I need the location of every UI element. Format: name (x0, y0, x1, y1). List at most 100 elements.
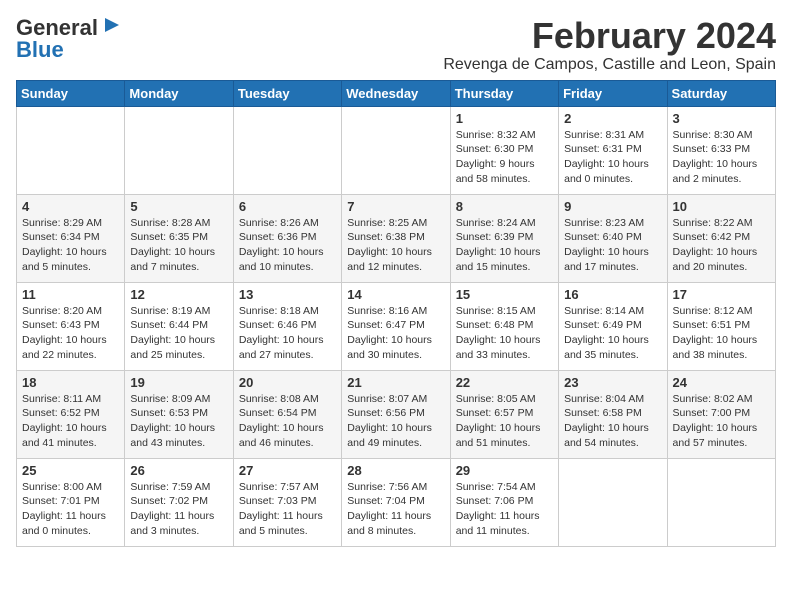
day-number: 24 (673, 375, 770, 390)
day-number: 13 (239, 287, 336, 302)
day-number: 8 (456, 199, 553, 214)
calendar-cell: 14Sunrise: 8:16 AMSunset: 6:47 PMDayligh… (342, 282, 450, 370)
calendar-header-row: SundayMondayTuesdayWednesdayThursdayFrid… (17, 80, 776, 106)
day-info: Sunrise: 8:19 AMSunset: 6:44 PMDaylight:… (130, 304, 227, 363)
calendar-cell: 4 Sunrise: 8:29 AMSunset: 6:34 PMDaylight… (17, 194, 125, 282)
day-number: 20 (239, 375, 336, 390)
day-number: 28 (347, 463, 444, 478)
day-info: Sunrise: 7:57 AMSunset: 7:03 PMDaylight:… (239, 480, 336, 539)
calendar-cell: 26 Sunrise: 7:59 AMSunset: 7:02 PMDayligh… (125, 458, 233, 546)
col-header-monday: Monday (125, 80, 233, 106)
logo-general: General (16, 17, 98, 39)
day-number: 21 (347, 375, 444, 390)
day-number: 19 (130, 375, 227, 390)
logo-blue: Blue (16, 37, 64, 62)
calendar-cell: 17 Sunrise: 8:12 AMSunset: 6:51 PMDayligh… (667, 282, 775, 370)
calendar-cell: 9 Sunrise: 8:23 AMSunset: 6:40 PMDaylight… (559, 194, 667, 282)
day-info: Sunrise: 8:00 AMSunset: 7:01 PMDaylight:… (22, 480, 119, 539)
day-number: 3 (673, 111, 770, 126)
day-info: Sunrise: 8:24 AMSunset: 6:39 PMDaylight:… (456, 216, 553, 275)
day-info: Sunrise: 8:28 AMSunset: 6:35 PMDaylight:… (130, 216, 227, 275)
col-header-sunday: Sunday (17, 80, 125, 106)
day-number: 4 (22, 199, 119, 214)
day-info: Sunrise: 8:26 AMSunset: 6:36 PMDaylight:… (239, 216, 336, 275)
calendar-cell: 22Sunrise: 8:05 AMSunset: 6:57 PMDayligh… (450, 370, 558, 458)
logo-triangle-icon (101, 16, 119, 34)
col-header-tuesday: Tuesday (233, 80, 341, 106)
week-row-5: 25 Sunrise: 8:00 AMSunset: 7:01 PMDayligh… (17, 458, 776, 546)
day-info: Sunrise: 8:22 AMSunset: 6:42 PMDaylight:… (673, 216, 770, 275)
calendar-cell: 13Sunrise: 8:18 AMSunset: 6:46 PMDayligh… (233, 282, 341, 370)
week-row-4: 18 Sunrise: 8:11 AMSunset: 6:52 PMDayligh… (17, 370, 776, 458)
calendar-cell: 23 Sunrise: 8:04 AMSunset: 6:58 PMDayligh… (559, 370, 667, 458)
day-info: Sunrise: 8:20 AMSunset: 6:43 PMDaylight:… (22, 304, 119, 363)
col-header-thursday: Thursday (450, 80, 558, 106)
day-info: Sunrise: 8:11 AMSunset: 6:52 PMDaylight:… (22, 392, 119, 451)
calendar-cell: 27Sunrise: 7:57 AMSunset: 7:03 PMDayligh… (233, 458, 341, 546)
day-number: 12 (130, 287, 227, 302)
calendar-cell: 20 Sunrise: 8:08 AMSunset: 6:54 PMDayligh… (233, 370, 341, 458)
calendar-cell: 7 Sunrise: 8:25 AMSunset: 6:38 PMDaylight… (342, 194, 450, 282)
calendar-cell: 2Sunrise: 8:31 AMSunset: 6:31 PMDaylight… (559, 106, 667, 194)
calendar-cell (125, 106, 233, 194)
day-number: 16 (564, 287, 661, 302)
day-info: Sunrise: 8:14 AMSunset: 6:49 PMDaylight:… (564, 304, 661, 363)
day-info: Sunrise: 8:09 AMSunset: 6:53 PMDaylight:… (130, 392, 227, 451)
calendar-cell: 1 Sunrise: 8:32 AMSunset: 6:30 PMDaylight… (450, 106, 558, 194)
calendar-table: SundayMondayTuesdayWednesdayThursdayFrid… (16, 80, 776, 547)
calendar-cell: 28 Sunrise: 7:56 AMSunset: 7:04 PMDayligh… (342, 458, 450, 546)
day-number: 23 (564, 375, 661, 390)
day-number: 18 (22, 375, 119, 390)
day-number: 17 (673, 287, 770, 302)
calendar-cell: 11 Sunrise: 8:20 AMSunset: 6:43 PMDayligh… (17, 282, 125, 370)
day-number: 14 (347, 287, 444, 302)
day-number: 9 (564, 199, 661, 214)
day-info: Sunrise: 8:02 AMSunset: 7:00 PMDaylight:… (673, 392, 770, 451)
col-header-friday: Friday (559, 80, 667, 106)
day-info: Sunrise: 8:29 AMSunset: 6:34 PMDaylight:… (22, 216, 119, 275)
day-number: 6 (239, 199, 336, 214)
day-info: Sunrise: 8:12 AMSunset: 6:51 PMDaylight:… (673, 304, 770, 363)
day-info: Sunrise: 7:59 AMSunset: 7:02 PMDaylight:… (130, 480, 227, 539)
header: General Blue February 2024 Revenga de Ca… (16, 16, 776, 74)
logo: General Blue (16, 16, 119, 62)
day-info: Sunrise: 7:56 AMSunset: 7:04 PMDaylight:… (347, 480, 444, 539)
day-number: 26 (130, 463, 227, 478)
location-title: Revenga de Campos, Castille and Leon, Sp… (443, 56, 776, 74)
calendar-cell: 18 Sunrise: 8:11 AMSunset: 6:52 PMDayligh… (17, 370, 125, 458)
calendar-cell (667, 458, 775, 546)
day-number: 29 (456, 463, 553, 478)
day-number: 25 (22, 463, 119, 478)
calendar-body: 1 Sunrise: 8:32 AMSunset: 6:30 PMDaylight… (17, 106, 776, 546)
col-header-wednesday: Wednesday (342, 80, 450, 106)
day-info: Sunrise: 8:08 AMSunset: 6:54 PMDaylight:… (239, 392, 336, 451)
day-number: 7 (347, 199, 444, 214)
week-row-1: 1 Sunrise: 8:32 AMSunset: 6:30 PMDaylight… (17, 106, 776, 194)
calendar-cell (559, 458, 667, 546)
day-number: 1 (456, 111, 553, 126)
calendar-cell: 3 Sunrise: 8:30 AMSunset: 6:33 PMDaylight… (667, 106, 775, 194)
calendar-cell: 16 Sunrise: 8:14 AMSunset: 6:49 PMDayligh… (559, 282, 667, 370)
col-header-saturday: Saturday (667, 80, 775, 106)
day-info: Sunrise: 8:15 AMSunset: 6:48 PMDaylight:… (456, 304, 553, 363)
day-number: 2 (564, 111, 661, 126)
day-info: Sunrise: 8:32 AMSunset: 6:30 PMDaylight:… (456, 128, 553, 187)
day-info: Sunrise: 8:04 AMSunset: 6:58 PMDaylight:… (564, 392, 661, 451)
day-info: Sunrise: 8:25 AMSunset: 6:38 PMDaylight:… (347, 216, 444, 275)
day-info: Sunrise: 8:07 AMSunset: 6:56 PMDaylight:… (347, 392, 444, 451)
calendar-cell: 5Sunrise: 8:28 AMSunset: 6:35 PMDaylight… (125, 194, 233, 282)
calendar-cell: 12 Sunrise: 8:19 AMSunset: 6:44 PMDayligh… (125, 282, 233, 370)
week-row-2: 4 Sunrise: 8:29 AMSunset: 6:34 PMDaylight… (17, 194, 776, 282)
calendar-cell (17, 106, 125, 194)
calendar-cell: 19 Sunrise: 8:09 AMSunset: 6:53 PMDayligh… (125, 370, 233, 458)
calendar-cell: 6 Sunrise: 8:26 AMSunset: 6:36 PMDaylight… (233, 194, 341, 282)
day-info: Sunrise: 8:23 AMSunset: 6:40 PMDaylight:… (564, 216, 661, 275)
calendar-cell: 21 Sunrise: 8:07 AMSunset: 6:56 PMDayligh… (342, 370, 450, 458)
calendar-cell: 24 Sunrise: 8:02 AMSunset: 7:00 PMDayligh… (667, 370, 775, 458)
calendar-cell (233, 106, 341, 194)
calendar-cell: 10Sunrise: 8:22 AMSunset: 6:42 PMDayligh… (667, 194, 775, 282)
calendar-cell: 8 Sunrise: 8:24 AMSunset: 6:39 PMDaylight… (450, 194, 558, 282)
day-info: Sunrise: 8:30 AMSunset: 6:33 PMDaylight:… (673, 128, 770, 187)
day-number: 11 (22, 287, 119, 302)
day-number: 15 (456, 287, 553, 302)
